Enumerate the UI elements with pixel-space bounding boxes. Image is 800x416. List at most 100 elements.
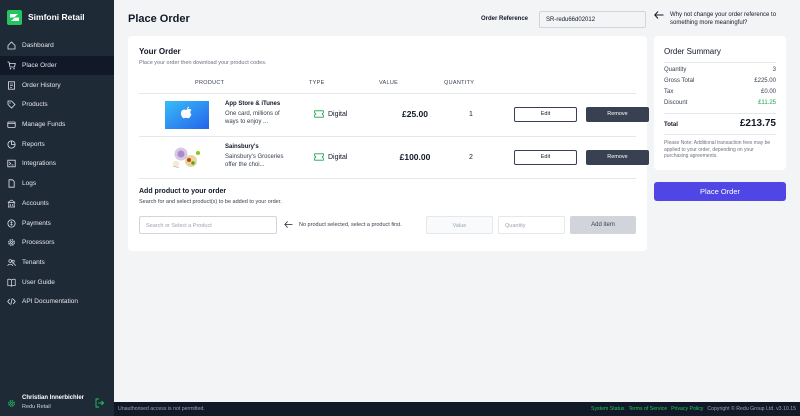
- add-product-subtitle: Search for and select product(s) to be a…: [139, 199, 282, 205]
- terms-link[interactable]: Terms of Service: [628, 406, 667, 412]
- sidebar: Simfoni Retail Dashboard Place Order Ord…: [0, 0, 114, 416]
- summary-label: Tax: [664, 89, 674, 95]
- order-reference-label: Order Reference: [481, 16, 529, 22]
- column-header-quantity: QUANTITY: [444, 80, 475, 86]
- add-product-title: Add product to your order: [139, 188, 227, 195]
- summary-note: Please Note: Additional transaction fees…: [664, 140, 771, 159]
- sidebar-item-processors[interactable]: Processors: [0, 233, 114, 253]
- quantity-input[interactable]: Quantity: [498, 216, 565, 234]
- product-quantity: 1: [469, 111, 473, 118]
- order-summary-title: Order Summary: [664, 47, 721, 56]
- order-reference-input[interactable]: SR-redu66d02012: [539, 11, 646, 28]
- arrow-left-icon: [654, 11, 664, 19]
- remove-button[interactable]: Remove: [586, 107, 649, 122]
- order-summary-card: Order Summary Quantity 3 Gross Total £22…: [654, 36, 786, 170]
- product-search-input[interactable]: Search or Select a Product: [139, 216, 277, 234]
- chart-icon: [7, 140, 16, 149]
- edit-button[interactable]: Edit: [514, 150, 577, 165]
- product-value: £25.00: [402, 109, 428, 119]
- building-icon: [7, 199, 16, 208]
- sidebar-item-label: Manage Funds: [22, 121, 66, 129]
- tag-icon: [7, 101, 16, 109]
- sidebar-item-logs[interactable]: Logs: [0, 174, 114, 194]
- product-description: Sainsbury's Groceries offer the choi...: [225, 154, 284, 168]
- simfoni-logo-icon: [7, 9, 22, 25]
- divider: [139, 178, 636, 179]
- sidebar-item-label: Products: [22, 101, 48, 109]
- sidebar-item-integrations[interactable]: Integrations: [0, 154, 114, 174]
- sidebar-nav: Dashboard Place Order Order History Prod…: [0, 36, 114, 312]
- footer-links: System Status Terms of Service Privacy P…: [591, 406, 796, 412]
- card-icon: [7, 219, 16, 228]
- divider: [664, 134, 776, 135]
- summary-value: 3: [772, 67, 776, 73]
- list-icon: [8, 81, 15, 90]
- page-title: Place Order: [128, 13, 190, 25]
- sidebar-item-products[interactable]: Products: [0, 95, 114, 115]
- summary-label: Quantity: [664, 67, 687, 73]
- terminal-icon: [7, 160, 16, 168]
- user-org: Redu Retail: [22, 404, 51, 410]
- value-input[interactable]: Value: [426, 216, 493, 234]
- remove-button[interactable]: Remove: [586, 150, 649, 165]
- product-quantity: 2: [469, 154, 473, 161]
- copyright: Copyright © Redu Group Ltd. v3.10.15: [707, 406, 796, 412]
- arrow-left-icon: [284, 221, 293, 228]
- home-icon: [7, 41, 16, 50]
- sidebar-item-tenants[interactable]: Tenants: [0, 253, 114, 273]
- sainsburys-product-image: [165, 144, 209, 172]
- logout-icon[interactable]: [95, 398, 105, 408]
- product-value: £100.00: [399, 152, 431, 162]
- privacy-link[interactable]: Privacy Policy: [671, 406, 703, 412]
- sidebar-item-payments[interactable]: Payments: [0, 213, 114, 233]
- summary-value: £0.00: [760, 89, 776, 95]
- column-header-value: VALUE: [379, 80, 399, 86]
- user-profile[interactable]: Christian Innerbichler Redu Retail: [0, 390, 114, 416]
- add-item-button[interactable]: Add item: [570, 216, 636, 234]
- sidebar-item-order-history[interactable]: Order History: [0, 75, 114, 95]
- sidebar-item-accounts[interactable]: Accounts: [0, 194, 114, 214]
- summary-quantity-row: Quantity 3: [664, 67, 776, 73]
- sidebar-item-label: Processors: [22, 239, 55, 247]
- user-name: Christian Innerbichler: [22, 395, 85, 401]
- reference-hint-text: Why not change your order reference to s…: [670, 12, 777, 26]
- product-type: Digital: [314, 110, 347, 118]
- users-icon: [7, 259, 16, 266]
- system-status-link[interactable]: System Status: [591, 406, 624, 412]
- summary-total-row: Total £213.75: [664, 118, 776, 129]
- settings-icon[interactable]: [7, 399, 16, 408]
- sidebar-item-label: Reports: [22, 140, 45, 148]
- wallet-icon: [7, 121, 16, 128]
- sidebar-item-manage-funds[interactable]: Manage Funds: [0, 115, 114, 135]
- summary-label: Gross Total: [664, 78, 695, 84]
- sidebar-item-dashboard[interactable]: Dashboard: [0, 36, 114, 56]
- column-header-type: TYPE: [309, 80, 325, 86]
- product-type: Digital: [314, 153, 347, 161]
- sidebar-item-label: Place Order: [22, 62, 57, 70]
- cart-icon: [7, 61, 16, 70]
- sidebar-item-reports[interactable]: Reports: [0, 134, 114, 154]
- place-order-button[interactable]: Place Order: [654, 182, 786, 201]
- main-content: Place Order Order Reference SR-redu66d02…: [114, 0, 800, 402]
- ticket-icon: [314, 153, 324, 161]
- sidebar-item-label: Logs: [22, 180, 37, 188]
- book-icon: [7, 278, 16, 287]
- product-name: App Store & iTunes: [225, 101, 281, 107]
- summary-discount-row: Discount £11.25: [664, 100, 776, 106]
- product-description: One card, millions of ways to enjoy ...: [225, 111, 280, 125]
- sidebar-item-api-documentation[interactable]: API Documentation: [0, 292, 114, 312]
- your-order-title: Your Order: [139, 47, 181, 56]
- sidebar-item-label: API Documentation: [22, 298, 79, 306]
- no-selection-message: No product selected, select a product fi…: [284, 221, 402, 228]
- sidebar-item-place-order[interactable]: Place Order: [0, 55, 114, 76]
- sidebar-item-label: Integrations: [22, 160, 56, 168]
- sidebar-item-label: Dashboard: [22, 42, 54, 50]
- footer: Unauthorised access is not permitted. Sy…: [114, 402, 800, 416]
- sidebar-item-user-guide[interactable]: User Guide: [0, 272, 114, 292]
- sidebar-item-label: Payments: [22, 219, 51, 227]
- edit-button[interactable]: Edit: [514, 107, 577, 122]
- sidebar-item-label: Tenants: [22, 258, 45, 266]
- order-row: App Store & iTunes One card, millions of…: [139, 93, 649, 135]
- brand[interactable]: Simfoni Retail: [0, 0, 114, 34]
- product-type-label: Digital: [328, 153, 348, 161]
